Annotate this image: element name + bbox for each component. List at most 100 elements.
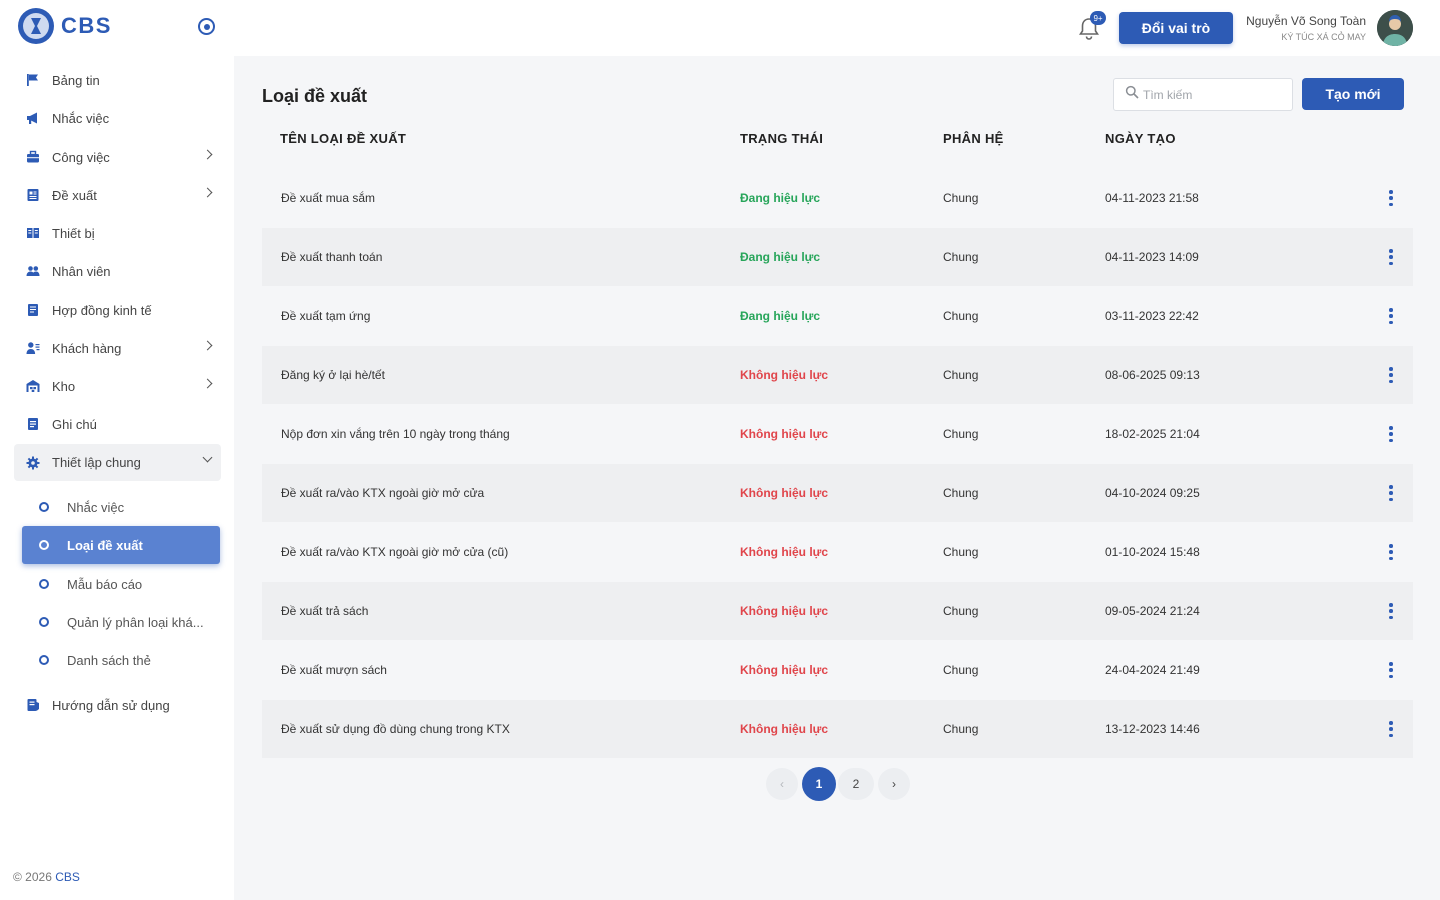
status-badge: Không hiệu lực [740,663,829,677]
more-options-icon[interactable] [1384,424,1398,444]
sub-item-loai-de-xuat[interactable]: Loại đề xuất [22,526,220,564]
table-row[interactable]: Đề xuất mượn sách Không hiệu lực Chung 24-0… [262,641,1413,699]
pagination-next-button[interactable]: › [878,768,910,800]
sidebar-item-thiet-lap-chung[interactable]: Thiết lập chung [14,444,221,481]
cell-created: 04-10-2024 09:25 [1105,486,1200,500]
sidebar-item-kho[interactable]: Kho [14,368,221,404]
sub-item-label: Quản lý phân loại khá... [67,614,204,630]
more-options-icon[interactable] [1384,306,1398,326]
sidebar: CBS Bảng tin Nhắc việc Công việc Đề xuất… [0,0,234,900]
sidebar-item-hop-dong-kinh-te[interactable]: Hợp đồng kinh tế [14,292,221,328]
sidebar-item-label: Hợp đồng kinh tế [52,302,152,318]
more-options-icon[interactable] [1384,247,1398,267]
column-header-name[interactable]: TÊN LOẠI ĐỀ XUẤT [280,131,406,146]
sidebar-item-thiet-bi[interactable]: Thiết bị [14,215,221,251]
logo[interactable]: CBS [18,8,112,44]
more-options-icon[interactable] [1384,601,1398,621]
dot [1389,249,1393,253]
cell-created: 18-02-2025 21:04 [1105,427,1200,441]
dot [1389,438,1393,442]
cell-name: Đề xuất tạm ứng [281,309,371,323]
sidebar-item-khach-hang[interactable]: Khách hàng [14,330,221,366]
dot [1389,261,1393,265]
cell-name: Đề xuất ra/vào KTX ngoài giờ mở cửa (cũ) [281,545,509,559]
circle-icon [39,655,49,665]
more-options-icon[interactable] [1384,483,1398,503]
dot [1389,491,1393,495]
sub-item-danh-sach-the[interactable]: Danh sách thẻ [22,642,220,678]
cell-module: Chung [943,250,979,264]
sidebar-item-label: Bảng tin [52,72,100,88]
column-header-module[interactable]: PHÂN HỆ [943,131,1004,146]
sub-item-mau-bao-cao[interactable]: Mẫu báo cáo [22,566,220,602]
pagination-page-2[interactable]: 2 [838,768,874,800]
sub-item-quan-ly-phan-loai[interactable]: Quản lý phân loại khá... [22,604,220,640]
sidebar-collapse-button[interactable] [198,18,215,35]
search-input[interactable] [1143,87,1283,102]
user-organization: KÝ TÚC XÁ CỎ MAY [1281,32,1366,42]
pagination-page-1[interactable]: 1 [802,767,836,801]
note-icon [26,417,40,431]
table-row[interactable]: Đề xuất thanh toán Đang hiệu lực Chung 04-1… [262,228,1413,286]
more-options-icon[interactable] [1384,660,1398,680]
cell-created: 04-11-2023 14:09 [1105,250,1199,264]
table-row[interactable]: Đề xuất trả sách Không hiệu lực Chung 09-05… [262,582,1413,640]
sidebar-item-bang-tin[interactable]: Bảng tin [14,62,221,98]
table-row[interactable]: Đề xuất ra/vào KTX ngoài giờ mở cửa (cũ)… [262,523,1413,581]
circle-icon [39,617,49,627]
dot [1389,308,1393,312]
dot [1389,556,1393,560]
sidebar-item-label: Đề xuất [52,187,97,203]
pagination-prev-button[interactable]: ‹ [766,768,798,800]
create-new-button[interactable]: Tạo mới [1302,78,1404,110]
table-row[interactable]: Đề xuất sử dụng đồ dùng chung trong KTX K… [262,700,1413,758]
cell-created: 03-11-2023 22:42 [1105,309,1199,323]
footer-brand-link[interactable]: CBS [55,870,80,884]
sub-item-nhac-viec[interactable]: Nhắc việc [22,489,220,525]
sidebar-item-de-xuat[interactable]: Đề xuất [14,177,221,213]
dot [1389,550,1393,554]
avatar[interactable] [1377,10,1413,46]
cell-module: Chung [943,309,979,323]
dot [1389,668,1393,672]
more-options-icon[interactable] [1384,542,1398,562]
sidebar-item-huong-dan[interactable]: Hướng dẫn sử dụng [14,687,221,723]
status-badge: Đang hiệu lực [740,250,821,264]
dot [1389,367,1393,371]
dot [1389,662,1393,666]
cell-module: Chung [943,427,979,441]
search-box[interactable] [1113,78,1293,111]
sidebar-item-cong-viec[interactable]: Công việc [14,139,221,175]
dot [1389,426,1393,430]
sidebar-item-label: Ghi chú [52,416,97,432]
sidebar-item-ghi-chu[interactable]: Ghi chú [14,406,221,442]
table-row[interactable]: Đăng ký ở lại hè/tết Không hiệu lực Chung 0… [262,346,1413,404]
column-header-created[interactable]: NGÀY TẠO [1105,131,1176,146]
table-row[interactable]: Đề xuất tạm ứng Đang hiệu lực Chung 03-11-2… [262,287,1413,345]
table-row[interactable]: Đề xuất mua sắm Đang hiệu lực Chung 04-11-2… [262,169,1413,227]
sub-item-label: Loại đề xuất [67,537,143,553]
more-options-icon[interactable] [1384,188,1398,208]
column-header-status[interactable]: TRẠNG THÁI [740,131,823,146]
dot [1389,603,1393,607]
cell-name: Nộp đơn xin vắng trên 10 ngày trong thán… [281,427,510,441]
sidebar-item-label: Hướng dẫn sử dụng [52,697,170,713]
sub-item-label: Nhắc việc [67,499,125,515]
status-badge: Không hiệu lực [740,604,829,618]
status-badge: Không hiệu lực [740,722,829,736]
more-options-icon[interactable] [1384,365,1398,385]
status-badge: Không hiệu lực [740,368,829,382]
top-header: 9+ Đổi vai trò Nguyễn Võ Song Toàn KÝ TÚ… [234,0,1440,56]
sidebar-item-nhac-viec[interactable]: Nhắc việc [14,100,221,136]
warehouse-icon [26,379,40,393]
circle-icon [39,579,49,589]
more-options-icon[interactable] [1384,719,1398,739]
sidebar-item-nhan-vien[interactable]: Nhân viên [14,253,221,289]
table-row[interactable]: Đề xuất ra/vào KTX ngoài giờ mở cửa Không… [262,464,1413,522]
switch-role-button[interactable]: Đổi vai trò [1119,12,1233,44]
cell-name: Đề xuất mượn sách [281,663,387,677]
table-row[interactable]: Nộp đơn xin vắng trên 10 ngày trong thán… [262,405,1413,463]
cell-created: 04-11-2023 21:58 [1105,191,1199,205]
dot [1389,190,1393,194]
cell-module: Chung [943,722,979,736]
